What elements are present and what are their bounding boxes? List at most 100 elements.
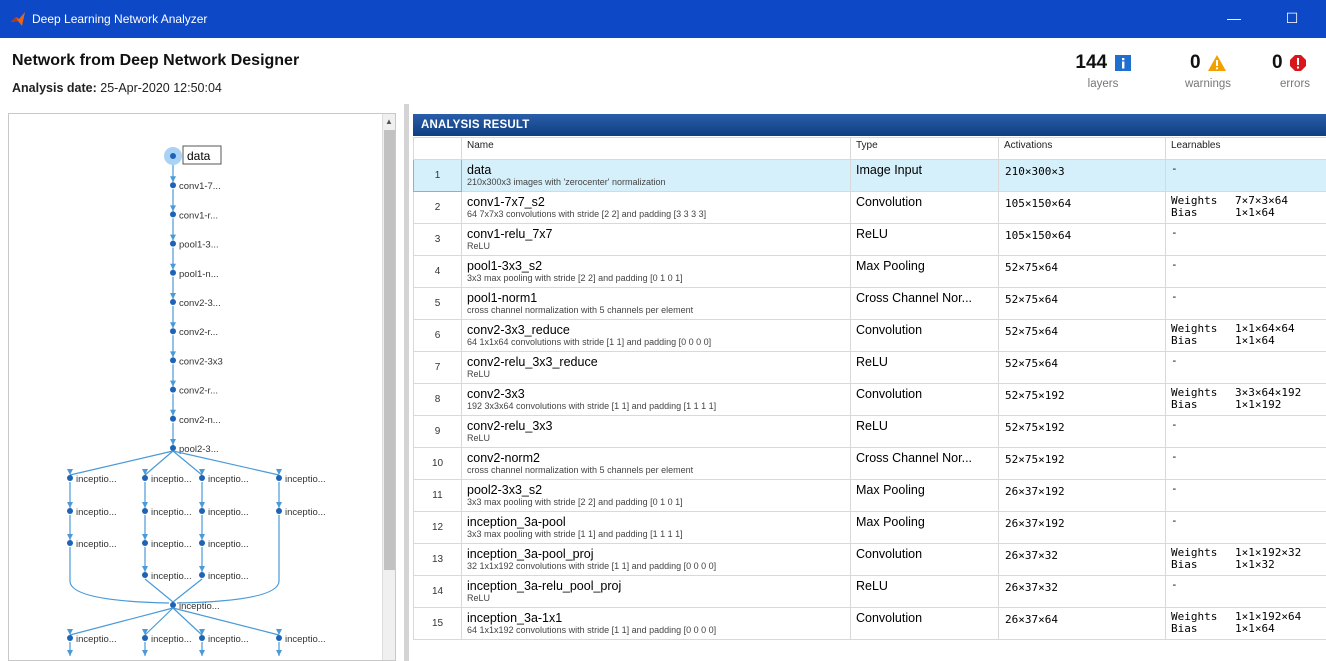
layer-name: conv2-relu_3x3_reduce <box>467 355 598 369</box>
layer-name: pool2-3x3_s2 <box>467 483 543 497</box>
graph-node-label: inceptio... <box>151 539 192 550</box>
graph-node[interactable] <box>170 269 176 276</box>
graph-node[interactable] <box>142 635 148 641</box>
graph-node[interactable] <box>276 508 282 514</box>
scrollbar-thumb[interactable] <box>384 130 395 570</box>
info-icon[interactable] <box>1114 55 1131 71</box>
graph-node[interactable] <box>199 475 205 481</box>
table-row[interactable]: 13 inception_3a-pool_proj 32 1x1x192 convo… <box>413 543 1326 576</box>
layer-name: pool1-norm1 <box>467 291 538 305</box>
table-row[interactable]: 4 pool1-3x3_s2 3x3 max pooling with stride… <box>413 255 1326 288</box>
graph-node[interactable] <box>170 240 176 247</box>
layer-name: conv2-norm2 <box>467 451 540 465</box>
layer-name-cell: conv2-3x3 192 3x3x64 convolutions with st… <box>461 383 851 416</box>
graph-edge <box>69 450 174 476</box>
layer-name-cell: inception_3a-pool 3x3 max pooling with st… <box>461 511 851 544</box>
column-header-name[interactable]: Name <box>461 137 851 160</box>
layer-description: cross channel normalization with 5 chann… <box>467 305 694 315</box>
column-header-learnables[interactable]: Learnables <box>1165 137 1326 160</box>
graph-edge <box>69 607 174 636</box>
layer-type: ReLU <box>850 351 999 384</box>
graph-edge <box>172 607 280 636</box>
column-header-index[interactable] <box>413 137 462 160</box>
layer-learnables: - <box>1165 511 1326 544</box>
minimize-button[interactable]: — <box>1223 8 1245 28</box>
graph-node[interactable] <box>199 635 205 641</box>
table-row[interactable]: 11 pool2-3x3_s2 3x3 max pooling with strid… <box>413 479 1326 512</box>
graph-scrollbar[interactable]: ▲ <box>382 114 395 660</box>
layer-type: Max Pooling <box>850 255 999 288</box>
layer-learnables: - <box>1165 159 1326 192</box>
table-row[interactable]: 12 inception_3a-pool 3x3 max pooling with … <box>413 511 1326 544</box>
graph-node-label: inceptio... <box>208 539 249 550</box>
row-index: 14 <box>413 575 462 608</box>
graph-node-label: inceptio... <box>285 634 326 645</box>
table-row[interactable]: 2 conv1-7x7_s2 64 7x7x3 convolutions with … <box>413 191 1326 224</box>
layer-type: ReLU <box>850 415 999 448</box>
graph-edge-arrow <box>199 534 205 540</box>
row-index: 13 <box>413 543 462 576</box>
graph-node[interactable] <box>276 475 282 481</box>
maximize-button[interactable]: ☐ <box>1281 8 1303 28</box>
graph-node[interactable] <box>67 475 73 481</box>
graph-node[interactable] <box>67 635 73 641</box>
table-row[interactable]: 9 conv2-relu_3x3 ReLU ReLU 52×75×192- <box>413 415 1326 448</box>
layer-name: inception_3a-1x1 <box>467 611 563 625</box>
graph-node-merge[interactable] <box>170 602 176 608</box>
table-row[interactable]: 5 pool1-norm1 cross channel normalization … <box>413 287 1326 320</box>
table-row[interactable]: 15 inception_3a-1x1 64 1x1x192 convolution… <box>413 607 1326 640</box>
layer-learnables: - <box>1165 447 1326 480</box>
graph-node[interactable] <box>170 211 176 218</box>
graph-node[interactable] <box>199 508 205 514</box>
warning-icon[interactable] <box>1208 55 1227 71</box>
graph-node[interactable] <box>199 540 205 546</box>
graph-node[interactable] <box>142 572 148 578</box>
graph-node[interactable] <box>142 540 148 546</box>
graph-node[interactable] <box>276 635 282 641</box>
graph-node[interactable] <box>142 475 148 481</box>
table-row[interactable]: 3 conv1-relu_7x7 ReLU ReLU 105×150×64- <box>413 223 1326 256</box>
panel-splitter[interactable] <box>404 104 409 661</box>
graph-node[interactable] <box>170 386 176 393</box>
graph-node[interactable] <box>170 182 176 189</box>
warnings-stat: 0 warnings <box>1168 52 1248 90</box>
column-header-type[interactable]: Type <box>850 137 999 160</box>
graph-node[interactable] <box>170 357 176 364</box>
analysis-date-label: Analysis date: <box>12 81 97 95</box>
learnables-empty: - <box>1171 482 1178 495</box>
network-graph[interactable]: data conv1-7... conv1-r... pool1-3... pool1-… <box>9 114 381 661</box>
table-row[interactable]: 8 conv2-3x3 192 3x3x64 convolutions with s… <box>413 383 1326 416</box>
graph-node[interactable] <box>170 299 176 305</box>
scroll-up-icon[interactable]: ▲ <box>385 117 393 126</box>
layer-description: 3x3 max pooling with stride [2 2] and pa… <box>467 497 683 507</box>
graph-node-data[interactable] <box>170 153 176 159</box>
graph-node[interactable] <box>199 572 205 578</box>
analysis-result-table: Name Type Activations Learnables 1 data 21… <box>413 137 1326 640</box>
graph-node[interactable] <box>170 415 176 422</box>
graph-node[interactable] <box>67 540 73 546</box>
column-header-activations[interactable]: Activations <box>998 137 1166 160</box>
layer-name-cell: pool1-3x3_s2 3x3 max pooling with stride … <box>461 255 851 288</box>
graph-edge-arrow <box>170 205 176 212</box>
graph-node[interactable] <box>170 445 176 451</box>
error-icon[interactable] <box>1290 55 1307 71</box>
learnable-entry: Bias 1×1×64 <box>1171 207 1321 219</box>
layer-description: 64 1x1x64 convolutions with stride [1 1]… <box>467 337 712 347</box>
graph-edge-arrow <box>199 566 205 572</box>
table-row[interactable]: 1 data 210x300x3 images with 'zerocenter' … <box>413 159 1326 192</box>
graph-node[interactable] <box>170 328 176 335</box>
network-graph-panel[interactable]: data conv1-7... conv1-r... pool1-3... pool1-… <box>8 113 396 661</box>
layer-learnables: - <box>1165 287 1326 320</box>
table-row[interactable]: 14 inception_3a-relu_pool_proj ReLU ReLU 26×… <box>413 575 1326 608</box>
table-row[interactable]: 6 conv2-3x3_reduce 64 1x1x64 convolutions … <box>413 319 1326 352</box>
layer-name-cell: inception_3a-relu_pool_proj ReLU <box>461 575 851 608</box>
graph-node[interactable] <box>142 508 148 514</box>
window-title-bar: Deep Learning Network Analyzer — ☐ <box>0 0 1326 38</box>
graph-node[interactable] <box>67 508 73 514</box>
table-row[interactable]: 7 conv2-relu_3x3_reduce ReLU ReLU 52×75×64- <box>413 351 1326 384</box>
learnable-entry: Bias 1×1×32 <box>1171 559 1321 571</box>
table-row[interactable]: 10 conv2-norm2 cross channel normalization… <box>413 447 1326 480</box>
layer-name: pool1-3x3_s2 <box>467 259 543 273</box>
graph-node-label: conv2-n... <box>179 415 221 426</box>
learnables-empty: - <box>1171 258 1178 271</box>
